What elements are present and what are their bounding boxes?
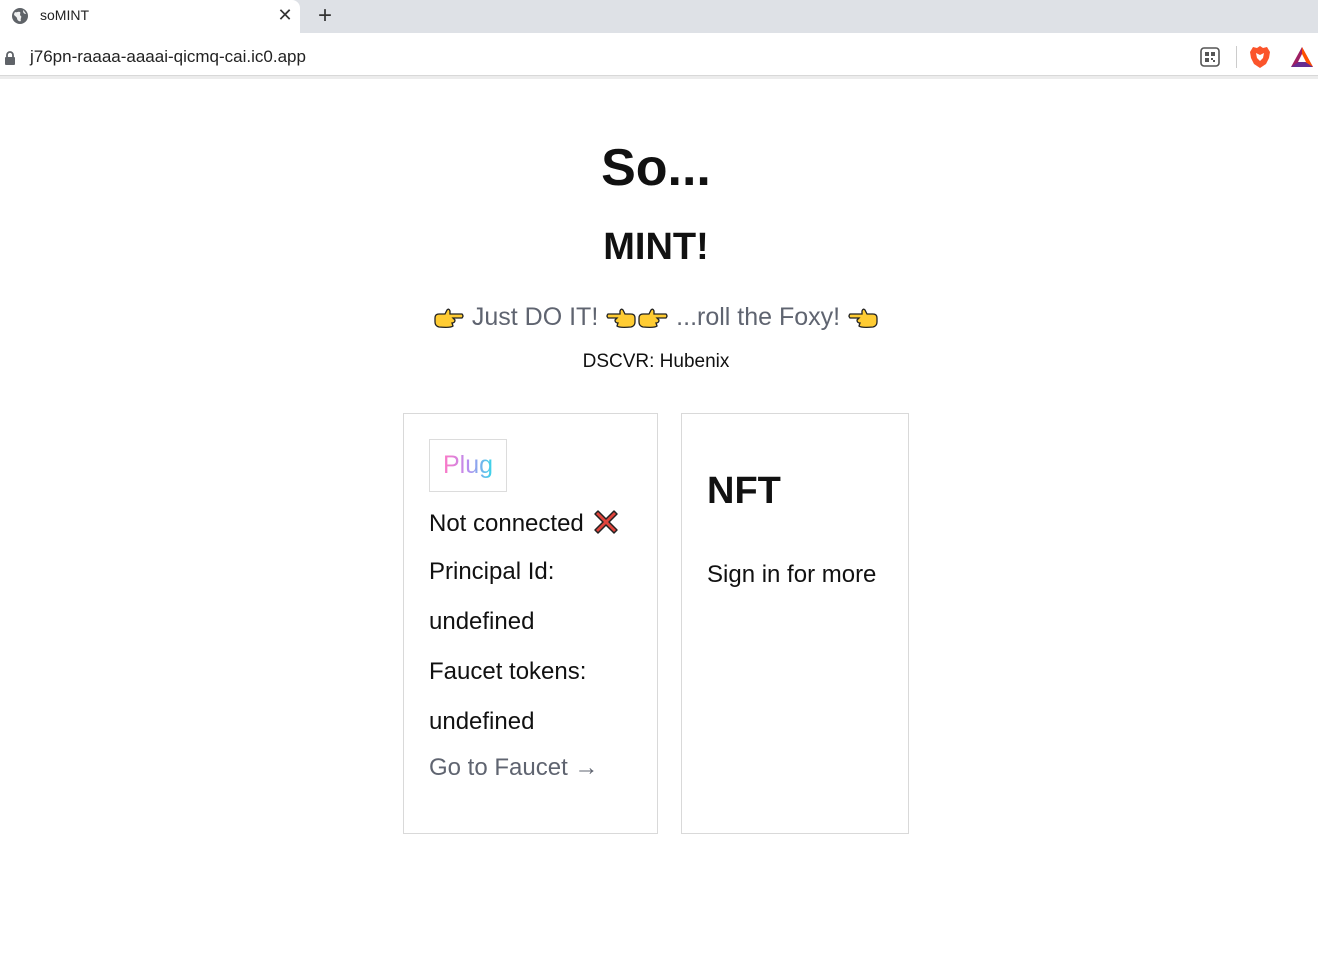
plus-icon[interactable]: +	[313, 4, 337, 28]
browser-tab[interactable]: soMINT ✕	[0, 0, 300, 33]
cross-mark-icon	[594, 510, 618, 534]
bat-triangle-icon[interactable]	[1290, 46, 1314, 68]
tab-strip: soMINT ✕ +	[0, 0, 1318, 33]
globe-icon	[12, 8, 28, 24]
toolbar-divider	[0, 76, 1318, 79]
plug-connect-button[interactable]: Plug	[429, 439, 507, 492]
pointing-right-icon	[638, 308, 668, 329]
nft-signin-message: Sign in for more	[707, 561, 877, 588]
dscvr-label: DSCVR: Hubenix	[582, 351, 730, 372]
page-subtitle: MINT!	[603, 226, 709, 268]
tagline: Just DO IT! ...roll the Foxy!	[0, 303, 1312, 332]
status-text: Not connected	[429, 510, 584, 537]
principal-value: undefined	[429, 608, 535, 635]
faucet-tokens-label: Faucet tokens:	[429, 658, 587, 685]
url-text[interactable]: j76pn-raaaa-aaaai-qicmq-cai.ic0.app	[30, 47, 306, 67]
principal-label: Principal Id:	[429, 558, 555, 585]
close-icon[interactable]: ✕	[276, 6, 294, 24]
brave-lion-icon[interactable]	[1249, 45, 1271, 69]
pointing-right-icon	[434, 308, 464, 329]
go-to-faucet-link[interactable]: Go to Faucet →	[429, 754, 598, 782]
pointing-left-icon	[848, 308, 878, 329]
page-title: So...	[601, 139, 711, 197]
tab-title: soMINT	[40, 7, 89, 23]
pointing-left-icon	[606, 308, 636, 329]
toolbar-separator	[1236, 46, 1237, 68]
connection-status: Not connected	[429, 508, 620, 538]
plug-button-label: Plug	[442, 451, 494, 479]
tagline-right: ...roll the Foxy!	[676, 303, 841, 331]
qr-code-icon[interactable]	[1200, 47, 1220, 67]
lock-icon[interactable]	[4, 51, 16, 65]
faucet-tokens-value: undefined	[429, 708, 535, 735]
tagline-left: Just DO IT!	[471, 303, 599, 331]
nft-title: NFT	[707, 470, 781, 512]
